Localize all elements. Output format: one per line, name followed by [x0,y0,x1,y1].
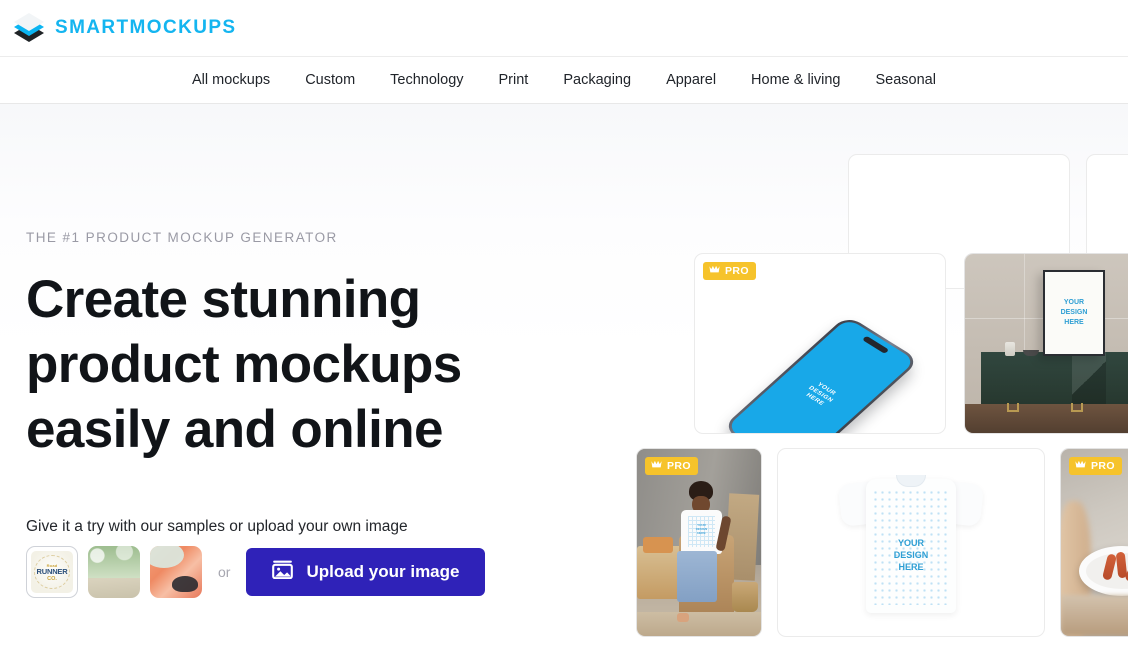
table-lamp [983,340,999,356]
nav-list: All mockups Custom Technology Print Pack… [192,72,936,88]
food-photo [1061,449,1128,636]
hero-section: THE #1 PRODUCT MOCKUP GENERATOR Create s… [0,104,1128,653]
brand-name: SMARTMOCKUPS [55,17,237,38]
hero-subtext: Give it a try with our samples or upload… [26,518,408,535]
category-navbar: All mockups Custom Technology Print Pack… [0,57,1128,104]
hero-eyebrow: THE #1 PRODUCT MOCKUP GENERATOR [26,230,338,245]
phone-device: YOUR DESIGN HERE [721,314,921,433]
mockup-gallery: PRO YOUR DESIGN HERE YOUR DESIGN HERE PR… [636,104,1128,653]
pro-badge-label: PRO [667,460,691,472]
person-wearing-tshirt: YOUR DESIGN HERE [674,480,732,623]
status-badge: PRO [703,262,756,280]
interior-poster-mockup-card[interactable]: YOUR DESIGN HERE [964,253,1128,434]
placeholder-line-3: HERE [898,561,924,572]
food-plate-mockup-card[interactable]: PRO [1060,448,1128,637]
design-placeholder-text: YOUR DESIGN HERE [801,379,841,409]
placeholder-line-2: DESIGN [893,549,929,560]
lifestyle-photo: YOUR DESIGN HERE [637,449,761,636]
phone-mockup-image: YOUR DESIGN HERE [695,254,945,433]
placeholder-line-3: HERE [1064,319,1084,327]
hero-copy: THE #1 PRODUCT MOCKUP GENERATOR Create s… [26,230,526,462]
nav-item-print[interactable]: Print [499,72,529,88]
crown-icon [1075,460,1086,472]
phone-mockup-card[interactable]: PRO YOUR DESIGN HERE [694,253,946,434]
nav-item-all-mockups[interactable]: All mockups [192,72,270,88]
road-runner-logo-image: Road RUNNER CO. [31,551,73,593]
upload-your-image-button[interactable]: Upload your image [246,548,486,596]
brand-logo[interactable]: SMARTMOCKUPS [0,13,236,43]
crown-icon [709,265,720,277]
design-placeholder-text: YOUR DESIGN HERE [840,537,982,573]
tshirt-flat-mockup-card[interactable]: YOUR DESIGN HERE [777,448,1045,637]
sample-and-upload-row: Road RUNNER CO. or Upload your image [26,546,486,598]
placeholder-line-2: DESIGN [1060,309,1088,317]
upload-button-label: Upload your image [306,562,460,581]
headline-line-1: Create stunning [26,270,421,329]
framed-poster: YOUR DESIGN HERE [1043,270,1105,357]
status-badge: PRO [1069,457,1122,475]
smartmockups-landing-page: SMARTMOCKUPS All mockups Custom Technolo… [0,0,1128,653]
tshirt-lifestyle-mockup-card[interactable]: PRO YOUR DESIGN HERE [636,448,762,637]
nav-item-technology[interactable]: Technology [390,72,463,88]
nav-item-home-living[interactable]: Home & living [751,72,840,88]
headline-line-3: easily and online [26,400,443,459]
sample-thumb-friends-walking[interactable] [88,546,140,598]
design-placeholder-text: YOUR DESIGN HERE [1061,298,1088,328]
interior-floor [965,404,1128,433]
design-placeholder-text: YOUR DESIGN HERE [695,523,708,536]
phone-screen: YOUR DESIGN HERE [726,317,916,433]
tshirt-mockup-image: YOUR DESIGN HERE [837,473,985,613]
phone-notch-icon [862,335,890,354]
headline-line-2: product mockups [26,335,462,394]
status-badge: PRO [645,457,698,475]
placeholder-line-1: YOUR [897,537,924,548]
pro-badge-label: PRO [1091,460,1115,472]
nav-item-custom[interactable]: Custom [305,72,355,88]
layers-diamond-icon [14,13,44,43]
nav-item-apparel[interactable]: Apparel [666,72,716,88]
sample-thumb-coral-illustration[interactable] [150,546,202,598]
nav-item-seasonal[interactable]: Seasonal [876,72,936,88]
page-title: Create stunning product mockups easily a… [26,267,526,462]
woven-basket [732,581,758,612]
nav-item-packaging[interactable]: Packaging [563,72,631,88]
green-credenza [981,352,1128,413]
image-upload-icon [272,560,294,584]
pro-badge-label: PRO [725,265,749,277]
placeholder-line-1: YOUR [1063,299,1085,307]
sample-thumb-road-runner[interactable]: Road RUNNER CO. [26,546,78,598]
top-bar: SMARTMOCKUPS [0,0,1128,57]
decor-vase [1005,342,1015,357]
crown-icon [651,460,662,472]
or-separator: or [218,564,231,580]
